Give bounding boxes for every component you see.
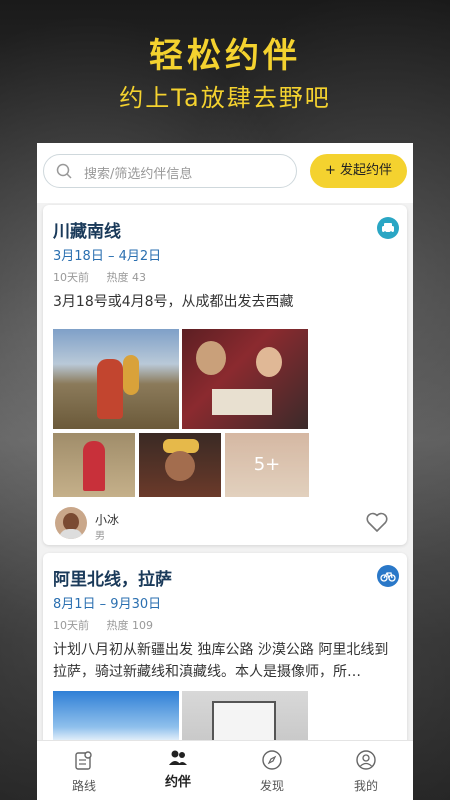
hero-title: 轻松约伴 [149,36,301,76]
tab-label: 我的 [353,779,378,793]
compass-icon [262,750,282,770]
heart-icon[interactable] [365,511,389,533]
post-description: 3月18号或4月8号，从成都出发去西藏 [53,294,294,310]
hero-subtitle: 约上Ta放肆去野吧 [119,84,331,112]
tab-label: 路线 [71,779,96,793]
launch-companion-button[interactable]: + 发起约伴 [310,154,407,188]
top-bar: 搜索/筛选约伴信息 + 发起约伴 [37,143,413,203]
avatar[interactable] [55,507,87,539]
post-time: 10天前 [53,271,89,284]
author-gender: 男 [95,531,105,542]
tab-label: 发现 [259,779,284,793]
post-time: 10天前 [53,619,89,632]
post-title: 川藏南线 [53,222,121,242]
search-icon [56,163,72,179]
post-date-range: 3月18日 – 4月2日 [53,249,162,264]
tab-routes[interactable]: 路线 [37,741,131,800]
search-input[interactable]: 搜索/筛选约伴信息 [43,154,297,188]
more-photos-count: 5+ [225,433,309,497]
post-card[interactable]: 川藏南线 3月18日 – 4月2日 10天前 热度 43 3月18号或4月8号，… [43,205,407,545]
post-description: 计划八月初从新疆出发 独库公路 沙漠公路 阿里北线到拉萨，骑过新藏线和滇藏线。本… [53,642,389,680]
post-photo[interactable] [53,433,135,497]
app-screen: 搜索/筛选约伴信息 + 发起约伴 川藏南线 3月18日 – 4月2日 10天前 … [37,143,413,800]
route-icon [75,751,92,770]
tab-discover[interactable]: 发现 [225,741,319,800]
car-icon [377,217,399,239]
tab-bar: 路线 约伴 发现 我的 [37,740,413,800]
post-photo[interactable] [139,433,221,497]
tab-label: 约伴 [164,775,191,790]
post-photo[interactable]: 5+ [225,433,309,497]
tab-companions[interactable]: 约伴 [131,741,225,800]
profile-icon [356,750,376,770]
companions-icon [169,750,187,765]
post-photo[interactable] [53,329,179,429]
post-date-range: 8月1日 – 9月30日 [53,597,162,612]
tab-profile[interactable]: 我的 [319,741,413,800]
post-photo[interactable] [182,329,308,429]
post-heat: 热度 43 [106,271,147,284]
post-heat: 热度 109 [106,619,154,632]
post-title: 阿里北线，拉萨 [53,570,172,590]
bicycle-icon [377,565,399,587]
post-meta: 10天前 热度 109 [53,617,167,633]
author-name[interactable]: 小冰 [95,511,119,528]
search-placeholder: 搜索/筛选约伴信息 [84,167,193,182]
post-meta: 10天前 热度 43 [53,269,160,285]
